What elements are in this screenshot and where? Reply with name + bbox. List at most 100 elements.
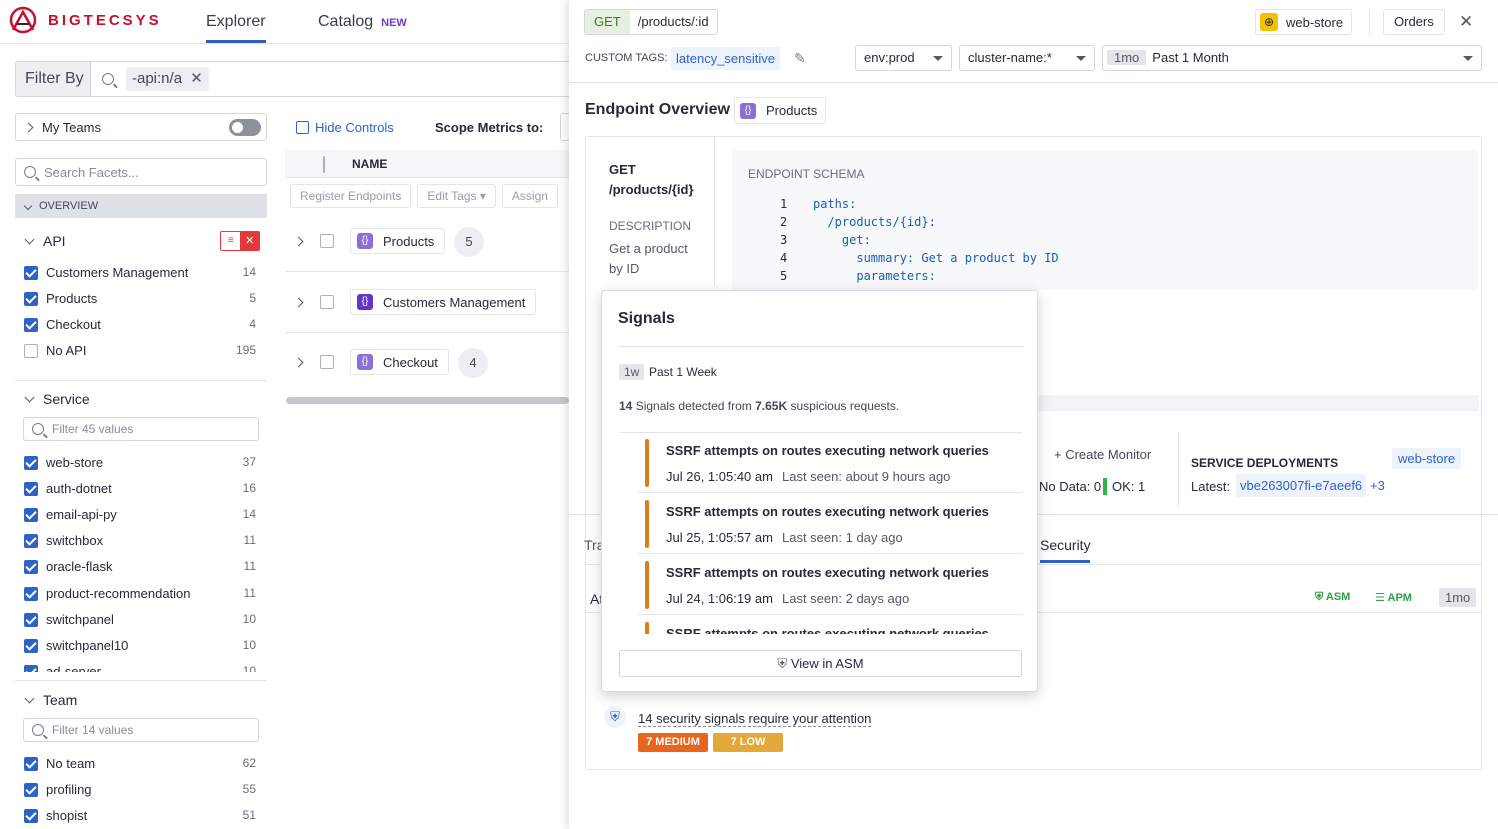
row-checkbox[interactable]: [320, 234, 334, 248]
api-icon: {}: [357, 294, 373, 310]
tab-security[interactable]: Security: [1040, 537, 1091, 563]
edit-pencil-icon[interactable]: ✎: [794, 50, 806, 67]
asm-link[interactable]: ⛨ ASM: [1315, 591, 1350, 604]
tab-catalog[interactable]: Catalog NEW: [318, 13, 407, 31]
checkbox[interactable]: [24, 638, 38, 653]
facet-api-customers[interactable]: Customers Management: [24, 265, 188, 280]
team-section-header[interactable]: Team: [24, 692, 77, 708]
view-in-asm-button[interactable]: ⛨ View in ASM: [619, 650, 1022, 677]
filter-chip[interactable]: -api:n/a ✕: [126, 67, 209, 91]
edit-tags-button[interactable]: Edit Tags ▾: [417, 184, 496, 208]
search-icon: [32, 423, 44, 435]
checkbox[interactable]: [24, 782, 38, 797]
clear-icon[interactable]: ✕: [240, 232, 259, 250]
checkbox[interactable]: [24, 756, 38, 771]
my-teams-row[interactable]: My Teams: [15, 113, 267, 141]
close-icon[interactable]: ✕: [1459, 12, 1473, 32]
overview-api-chip[interactable]: {} Products: [734, 97, 827, 124]
facet-service[interactable]: auth-dotnet: [24, 481, 112, 496]
table-header: NAME: [285, 150, 569, 178]
medium-severity-badge[interactable]: 7 MEDIUM: [638, 733, 708, 752]
facet-team[interactable]: shopist: [24, 808, 87, 823]
table-row[interactable]: {} Checkout: [293, 349, 449, 375]
checkbox[interactable]: [24, 664, 38, 672]
checkbox[interactable]: [24, 265, 38, 280]
facet-label: web-store: [46, 455, 104, 470]
caret-down-icon: [1076, 56, 1086, 61]
divider: [15, 380, 267, 381]
select-all-checkbox[interactable]: [323, 156, 325, 173]
service-section-header[interactable]: Service: [24, 391, 90, 407]
checkbox[interactable]: [24, 808, 38, 823]
create-monitor-button[interactable]: + Create Monitor: [1054, 447, 1151, 462]
facet-service[interactable]: switchpanel10: [24, 638, 128, 653]
signal-item[interactable]: SSRF attempts on routes executing networ…: [638, 433, 1022, 493]
team-filter-input[interactable]: Filter 14 values: [23, 718, 259, 742]
signal-item[interactable]: SSRF attempts on routes executing networ…: [638, 494, 1022, 554]
horizontal-scrollbar[interactable]: [286, 397, 569, 404]
row-checkbox[interactable]: [320, 295, 334, 309]
table-row[interactable]: {} Customers Management: [293, 289, 537, 315]
checkbox[interactable]: [24, 343, 38, 358]
checkbox[interactable]: [24, 612, 38, 627]
checkbox[interactable]: [24, 291, 38, 306]
facet-api-products[interactable]: Products: [24, 291, 97, 306]
table-row[interactable]: {} Products: [293, 228, 446, 254]
overview-header[interactable]: OVERVIEW: [15, 194, 267, 218]
facet-service[interactable]: email-api-py: [24, 507, 117, 522]
register-endpoints-button[interactable]: Register Endpoints: [290, 184, 412, 208]
low-severity-badge[interactable]: 7 LOW: [713, 733, 783, 752]
checkbox[interactable]: [24, 507, 38, 522]
hide-controls-button[interactable]: Hide Controls: [296, 120, 394, 135]
facet-service[interactable]: switchpanel: [24, 612, 114, 627]
latest-version-chip[interactable]: vbe263007fi-e7aeef6: [1236, 474, 1367, 497]
chevron-right-icon[interactable]: [293, 297, 304, 307]
cluster-dropdown[interactable]: cluster-name:*: [959, 45, 1095, 71]
facet-service[interactable]: ad-server: [24, 664, 101, 672]
facet-api-checkout[interactable]: Checkout: [24, 317, 101, 332]
api-icon: {}: [740, 102, 756, 119]
service-chip[interactable]: ⊕ web-store: [1255, 9, 1353, 35]
orders-button[interactable]: Orders: [1383, 9, 1445, 35]
facet-api-none[interactable]: No API: [24, 343, 86, 358]
security-signals-message[interactable]: 14 security signals require your attenti…: [638, 711, 872, 727]
time-range-dropdown[interactable]: 1mo Past 1 Month: [1102, 45, 1482, 71]
close-icon[interactable]: ✕: [190, 70, 203, 87]
assign-button[interactable]: Assign: [501, 184, 558, 208]
api-chip[interactable]: {} Products: [350, 228, 446, 254]
facet-service[interactable]: oracle-flask: [24, 559, 112, 574]
row-checkbox[interactable]: [320, 355, 334, 369]
filter-bar[interactable]: Filter By -api:n/a ✕: [15, 61, 575, 97]
checkbox[interactable]: [24, 559, 38, 574]
facet-service[interactable]: web-store: [24, 455, 103, 470]
api-filter-actions: ≡ ✕: [220, 231, 260, 251]
api-chip[interactable]: {} Checkout: [350, 349, 449, 375]
signal-item[interactable]: SSRF attempts on routes executing networ…: [638, 555, 1022, 615]
tab-explorer[interactable]: Explorer: [206, 13, 266, 43]
checkbox[interactable]: [24, 586, 38, 601]
facet-team[interactable]: profiling: [24, 782, 92, 797]
checkbox[interactable]: [24, 533, 38, 548]
my-teams-toggle[interactable]: [229, 119, 261, 136]
checkbox[interactable]: [24, 481, 38, 496]
facet-service[interactable]: product-recommendation: [24, 586, 191, 601]
chevron-right-icon[interactable]: [293, 357, 304, 367]
api-section-header[interactable]: API: [24, 233, 66, 249]
service-filter-input[interactable]: Filter 45 values: [23, 417, 259, 441]
checkbox[interactable]: [24, 317, 38, 332]
apm-link[interactable]: ☰ APM: [1375, 591, 1412, 604]
api-chip[interactable]: {} Customers Management: [350, 289, 537, 315]
filter-icon[interactable]: ≡: [221, 232, 240, 250]
custom-tag-chip[interactable]: latency_sensitive: [671, 47, 780, 70]
signals-list: SSRF attempts on routes executing networ…: [620, 432, 1022, 634]
deployment-service-chip[interactable]: web-store: [1392, 448, 1462, 469]
checkbox[interactable]: [24, 455, 38, 470]
facet-team[interactable]: No team: [24, 756, 95, 771]
env-dropdown[interactable]: env:prod: [855, 45, 952, 71]
chevron-right-icon[interactable]: [293, 236, 304, 246]
brand-logo[interactable]: BIGTECSYS: [6, 6, 162, 34]
search-facets-input[interactable]: Search Facets...: [15, 158, 267, 186]
signal-item[interactable]: SSRF attempts on routes executing networ…: [638, 616, 1022, 634]
facet-service[interactable]: switchbox: [24, 533, 103, 548]
more-versions-link[interactable]: +3: [1370, 478, 1385, 493]
